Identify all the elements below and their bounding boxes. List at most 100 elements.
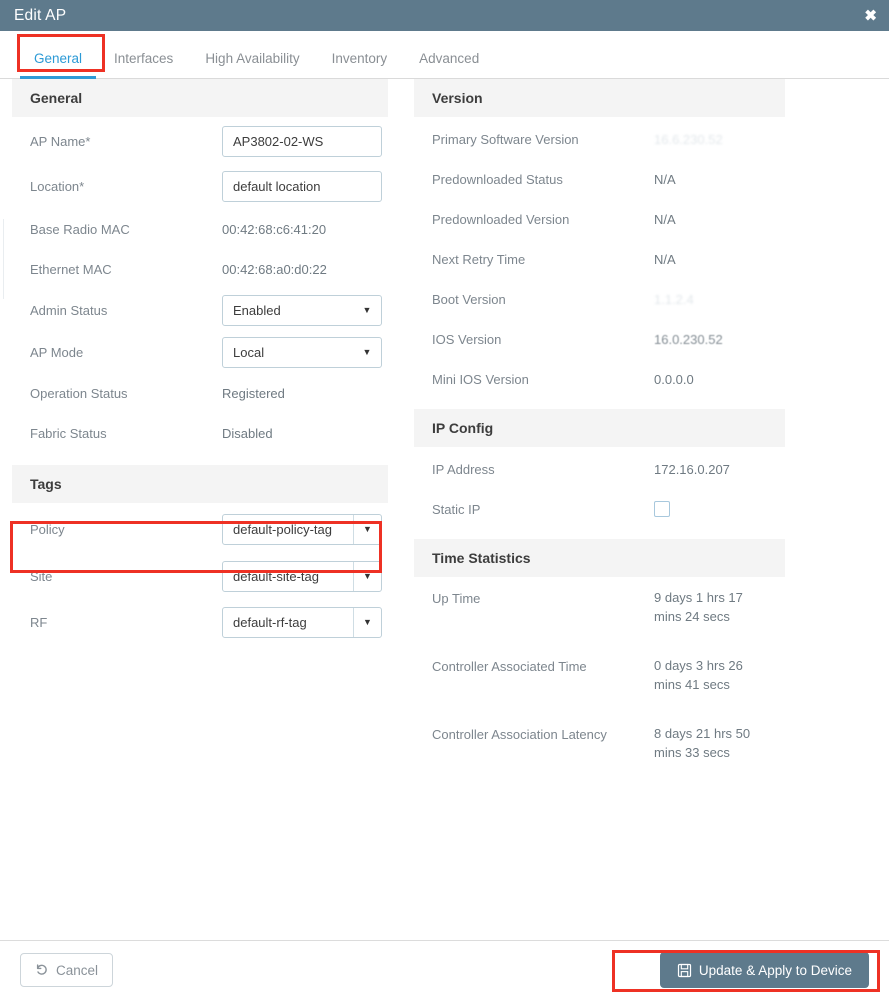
tab-high-availability[interactable]: High Availability <box>189 51 315 78</box>
column-divider <box>399 81 400 940</box>
ap-name-label: AP Name* <box>30 133 91 149</box>
base-radio-mac-label: Base Radio MAC <box>30 221 130 237</box>
controller-associated-time-value: 0 days 3 hrs 26 mins 41 secs <box>654 658 743 692</box>
admin-status-label: Admin Status <box>30 302 108 318</box>
mini-ios-version-label: Mini IOS Version <box>432 371 529 387</box>
row-ap-name: AP Name* AP3802-02-WS <box>12 119 388 163</box>
ap-mode-select[interactable]: Local ▼ <box>222 336 382 368</box>
up-time-value: 9 days 1 hrs 17 mins 24 secs <box>654 590 743 624</box>
ip-address-label: IP Address <box>432 461 495 477</box>
section-tags-heading: Tags <box>12 465 388 503</box>
row-boot-version: Boot Version 1.1.2.4 <box>414 279 785 319</box>
row-static-ip: Static IP <box>414 489 785 529</box>
operation-status-label: Operation Status <box>30 385 128 401</box>
chevron-down-icon: ▼ <box>353 514 381 544</box>
location-input[interactable]: default location <box>222 170 382 202</box>
controller-association-latency-value: 8 days 21 hrs 50 mins 33 secs <box>654 726 751 760</box>
row-primary-software-version: Primary Software Version 16.6.230.52 <box>414 119 785 159</box>
ap-mode-label: AP Mode <box>30 344 84 360</box>
row-operation-status: Operation Status Registered <box>12 373 388 413</box>
admin-status-value: Enabled <box>233 302 281 318</box>
location-label: Location* <box>30 178 85 194</box>
tab-inventory[interactable]: Inventory <box>316 51 404 78</box>
row-base-radio-mac: Base Radio MAC 00:42:68:c6:41:20 <box>12 209 388 249</box>
chevron-down-icon: ▼ <box>353 561 381 591</box>
tab-interfaces[interactable]: Interfaces <box>98 51 189 78</box>
rf-tag-label: RF <box>30 614 48 630</box>
right-column: Version Primary Software Version 16.6.23… <box>414 79 785 783</box>
row-ethernet-mac: Ethernet MAC 00:42:68:a0:d0:22 <box>12 249 388 289</box>
ios-version-value: 16.0.230.52 <box>654 331 723 347</box>
tab-general[interactable]: General <box>18 51 98 79</box>
section-time-statistics-heading: Time Statistics <box>414 539 785 577</box>
policy-tag-label: Policy <box>30 521 65 537</box>
ap-mode-value: Local <box>233 344 265 360</box>
row-mini-ios-version: Mini IOS Version 0.0.0.0 <box>414 359 785 399</box>
policy-tag-select[interactable]: default-policy-tag ▼ <box>222 513 382 545</box>
row-location: Location* default location <box>12 163 388 209</box>
row-rf-tag: RF default-rf-tag ▼ <box>12 599 388 645</box>
next-retry-time-label: Next Retry Time <box>432 251 526 267</box>
tab-advanced[interactable]: Advanced <box>403 51 495 78</box>
static-ip-checkbox[interactable] <box>654 501 670 517</box>
site-tag-select[interactable]: default-site-tag ▼ <box>222 560 382 592</box>
boot-version-value: 1.1.2.4 <box>654 291 694 307</box>
row-fabric-status: Fabric Status Disabled <box>12 413 388 453</box>
mini-ios-version-value: 0.0.0.0 <box>654 371 694 387</box>
rf-tag-select[interactable]: default-rf-tag ▼ <box>222 606 382 638</box>
controller-associated-time-label: Controller Associated Time <box>432 659 587 674</box>
row-ip-address: IP Address 172.16.0.207 <box>414 449 785 489</box>
ios-version-label: IOS Version <box>432 331 502 347</box>
row-admin-status: Admin Status Enabled ▼ <box>12 289 388 331</box>
next-retry-time-value: N/A <box>654 251 676 267</box>
row-site-tag: Site default-site-tag ▼ <box>12 553 388 599</box>
fabric-status-label: Fabric Status <box>30 425 107 441</box>
update-apply-button-label: Update & Apply to Device <box>698 962 852 978</box>
site-tag-value: default-site-tag <box>233 568 319 584</box>
up-time-label: Up Time <box>432 591 481 606</box>
left-column: General AP Name* AP3802-02-WS Location* … <box>12 79 388 645</box>
rf-tag-value: default-rf-tag <box>233 614 307 630</box>
row-ap-mode: AP Mode Local ▼ <box>12 331 388 373</box>
base-radio-mac-value: 00:42:68:c6:41:20 <box>222 221 327 237</box>
tab-bar: General Interfaces High Availability Inv… <box>0 31 889 79</box>
predownloaded-status-value: N/A <box>654 171 676 187</box>
cancel-button-label: Cancel <box>56 962 99 978</box>
ap-name-input[interactable]: AP3802-02-WS <box>222 125 382 157</box>
predownloaded-status-label: Predownloaded Status <box>432 171 563 187</box>
ip-address-value: 172.16.0.207 <box>654 461 730 477</box>
chevron-down-icon: ▼ <box>353 607 381 637</box>
ethernet-mac-label: Ethernet MAC <box>30 261 112 277</box>
undo-arrow-icon <box>35 963 49 977</box>
dialog-title: Edit AP <box>14 6 67 24</box>
admin-status-select[interactable]: Enabled ▼ <box>222 294 382 326</box>
row-predownloaded-version: Predownloaded Version N/A <box>414 199 785 239</box>
static-ip-label: Static IP <box>432 501 481 517</box>
row-ios-version: IOS Version 16.0.230.52 <box>414 319 785 359</box>
ethernet-mac-value: 00:42:68:a0:d0:22 <box>222 261 327 277</box>
cancel-button[interactable]: Cancel <box>20 953 114 987</box>
save-floppy-icon <box>677 963 692 978</box>
section-ip-config-heading: IP Config <box>414 409 785 447</box>
row-controller-association-latency: Controller Association Latency 8 days 21… <box>414 715 785 783</box>
operation-status-value: Registered <box>222 385 285 401</box>
row-policy-tag: Policy default-policy-tag ▼ <box>12 505 388 553</box>
row-next-retry-time: Next Retry Time N/A <box>414 239 785 279</box>
controller-association-latency-label: Controller Association Latency <box>432 727 607 742</box>
fabric-status-value: Disabled <box>222 425 273 441</box>
row-predownloaded-status: Predownloaded Status N/A <box>414 159 785 199</box>
predownloaded-version-label: Predownloaded Version <box>432 211 570 227</box>
primary-software-version-label: Primary Software Version <box>432 131 579 147</box>
chevron-down-icon: ▼ <box>362 305 372 315</box>
section-version-heading: Version <box>414 79 785 117</box>
boot-version-label: Boot Version <box>432 291 506 307</box>
row-up-time: Up Time 9 days 1 hrs 17 mins 24 secs <box>414 579 785 647</box>
left-edge-divider <box>3 219 4 299</box>
dialog-content: General AP Name* AP3802-02-WS Location* … <box>0 79 889 940</box>
close-icon[interactable]: ✖ <box>864 8 877 23</box>
update-apply-button[interactable]: Update & Apply to Device <box>659 952 869 988</box>
policy-tag-value: default-policy-tag <box>233 521 332 537</box>
dialog-footer: Cancel Update & Apply to Device <box>0 940 889 999</box>
site-tag-label: Site <box>30 568 53 584</box>
section-general-heading: General <box>12 79 388 117</box>
